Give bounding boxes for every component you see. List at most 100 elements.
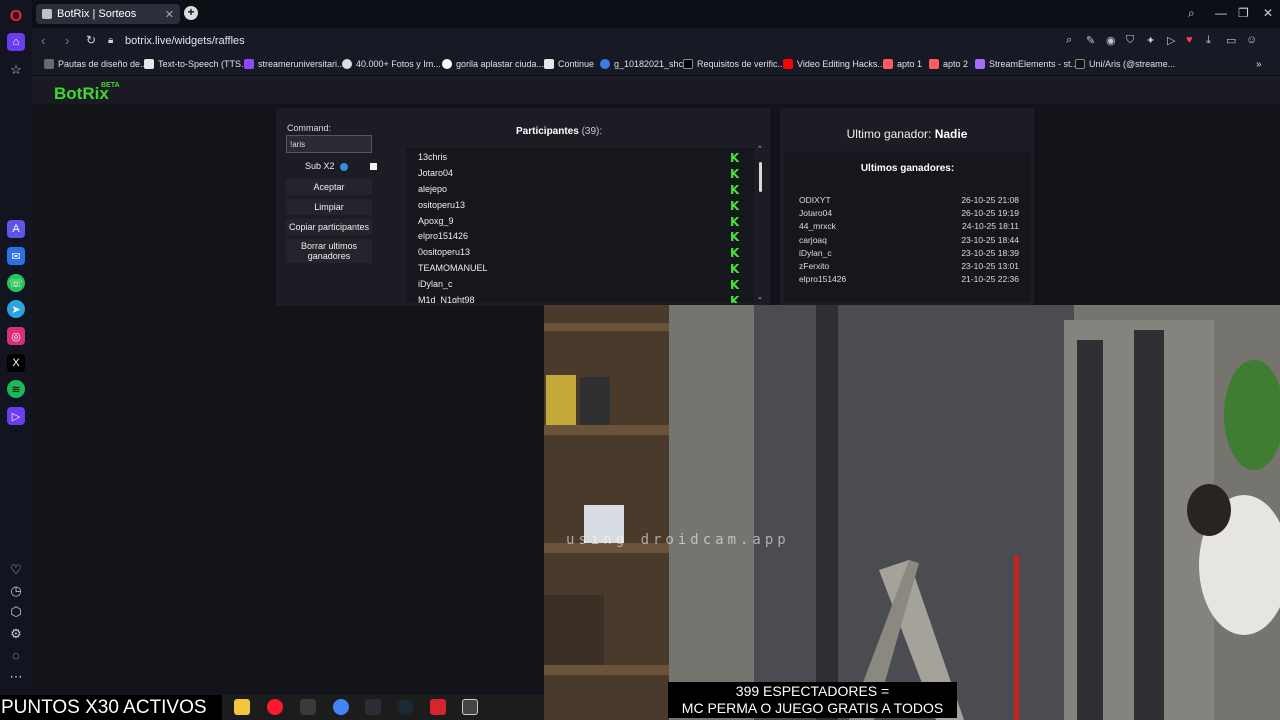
bookmark-item[interactable]: Requisitos de verific... xyxy=(683,59,785,69)
copy-participants-button[interactable]: Copiar participantes xyxy=(286,219,372,235)
participants-title: Participantes (39): xyxy=(516,126,603,137)
box-icon[interactable]: ⬡ xyxy=(7,603,25,621)
winner-row: iDylan_c 23-10-25 18:39 xyxy=(799,248,1019,258)
edit-icon[interactable]: ✎ xyxy=(1086,34,1095,47)
more-bookmarks-icon[interactable]: » xyxy=(1256,59,1262,70)
webcam-scene xyxy=(544,305,1280,720)
participants-list[interactable]: 13chris K Jotaro04 K alejepo K ositoperu13 K… xyxy=(406,148,754,303)
points-banner: PUNTOS X30 ACTIVOS xyxy=(0,695,222,720)
scroll-thumb[interactable] xyxy=(759,162,762,192)
bookmark-item[interactable]: apto 2 xyxy=(929,59,968,69)
kick-icon: K xyxy=(730,262,740,276)
doc-icon xyxy=(544,59,554,69)
spectators-banner: 399 ESPECTADORES = MC PERMA O JUEGO GRAT… xyxy=(668,682,957,718)
bookmarks-bar: Pautas de diseño de... Text-to-Speech (T… xyxy=(32,54,1280,76)
clear-button[interactable]: Limpiar xyxy=(286,199,372,215)
youtube-icon xyxy=(783,59,793,69)
close-window-icon[interactable]: ✕ xyxy=(1263,6,1273,20)
page-icon xyxy=(44,59,54,69)
obs-icon[interactable] xyxy=(462,699,478,715)
whatsapp-icon[interactable]: ☏ xyxy=(7,274,25,292)
bookmark-item[interactable]: Pautas de diseño de... xyxy=(44,59,148,69)
accept-button[interactable]: Aceptar xyxy=(286,179,372,195)
history-icon[interactable]: ◷ xyxy=(7,582,25,600)
instagram-icon[interactable]: ◎ xyxy=(7,327,25,345)
maximize-icon[interactable]: ❐ xyxy=(1238,6,1249,20)
winners-panel: Ultimo ganador: Nadie Ultimos ganadores:… xyxy=(780,108,1034,306)
kick-icon: K xyxy=(730,167,740,181)
scroll-down-icon[interactable]: ⌄ xyxy=(757,293,763,301)
spotify-icon[interactable]: ≋ xyxy=(7,380,25,398)
telegram-icon[interactable]: ➤ xyxy=(7,300,25,318)
raffle-panel: Command: Sub X2 Aceptar Limpiar Copiar p… xyxy=(276,108,770,306)
bookmark-item[interactable]: apto 1 xyxy=(883,59,922,69)
participants-count: (39): xyxy=(581,126,603,137)
tab-botrix[interactable]: BotRix | Sorteos ✕ xyxy=(36,4,180,24)
chrome-icon[interactable] xyxy=(333,699,349,715)
airbnb-icon xyxy=(883,59,893,69)
forward-icon[interactable]: › xyxy=(65,33,69,48)
google-icon xyxy=(442,59,452,69)
wallet-icon[interactable]: ▭ xyxy=(1226,34,1236,47)
x-twitter-icon[interactable]: X xyxy=(7,354,25,372)
more-icon[interactable]: ⋯ xyxy=(7,668,25,686)
search-tabs-icon[interactable]: ⌕ xyxy=(1188,6,1195,21)
minimize-icon[interactable]: — xyxy=(1215,6,1227,20)
search-icon[interactable]: ⌕ xyxy=(1066,34,1072,47)
opera-logo-icon[interactable]: O xyxy=(7,8,25,26)
command-input[interactable] xyxy=(286,135,372,153)
opera-taskbar-icon[interactable] xyxy=(267,699,283,715)
camera-icon[interactable]: ◉ xyxy=(1106,34,1116,47)
player-icon[interactable]: ▷ xyxy=(7,407,25,425)
app-icon[interactable] xyxy=(300,699,316,715)
settings-icon[interactable]: ⚙ xyxy=(7,625,25,643)
info-icon[interactable] xyxy=(340,163,348,171)
url-field[interactable]: botrix.live/widgets/raffles xyxy=(125,35,245,47)
kick-icon: K xyxy=(730,183,740,197)
delete-winners-button[interactable]: Borrar ultimos ganadores xyxy=(286,239,372,263)
bookmark-item[interactable]: Video Editing Hacks... xyxy=(783,59,885,69)
bookmark-item[interactable]: g_10182021_shcc xyxy=(600,59,688,69)
download-icon[interactable]: ⤓ xyxy=(1206,34,1211,47)
participant-row: iDylan_c K xyxy=(418,278,740,292)
star-icon[interactable]: ☆ xyxy=(7,61,25,79)
kick-icon: K xyxy=(730,230,740,244)
bulb-icon[interactable]: ◌ xyxy=(7,646,25,664)
webcam-feed xyxy=(544,305,1280,720)
scroll-up-icon[interactable]: ⌃ xyxy=(757,145,763,153)
bookmark-item[interactable]: streameruniversitari... xyxy=(244,59,345,69)
steam-icon[interactable] xyxy=(397,699,413,715)
reload-icon[interactable]: ↻ xyxy=(86,33,96,47)
kick-icon: K xyxy=(730,151,740,165)
file-explorer-icon[interactable] xyxy=(234,699,250,715)
airbnb-icon xyxy=(929,59,939,69)
pexels-icon xyxy=(342,59,352,69)
tab-close-icon[interactable]: ✕ xyxy=(165,8,174,21)
favorite-icon[interactable]: ♥ xyxy=(1186,34,1193,46)
kick-icon: K xyxy=(730,294,740,303)
game-icon[interactable] xyxy=(365,699,381,715)
bookmark-item[interactable]: Text-to-Speech (TTS... xyxy=(144,59,249,69)
sub-x2-label: Sub X2 xyxy=(305,161,335,171)
participants-scrollbar[interactable]: ⌃ ⌄ xyxy=(757,145,763,303)
profile-icon[interactable]: ☺ xyxy=(1246,34,1257,46)
bookmark-item[interactable]: Continue xyxy=(544,59,594,69)
bookmark-item[interactable]: Uni/Aris (@streame... xyxy=(1075,59,1175,69)
messenger-icon[interactable]: ✉ xyxy=(7,247,25,265)
bookmark-item[interactable]: 40.000+ Fotos y Im... xyxy=(342,59,441,69)
tts-icon xyxy=(144,59,154,69)
aria-icon[interactable]: A xyxy=(7,220,25,238)
heart-icon[interactable]: ♡ xyxy=(7,561,25,579)
play-icon[interactable]: ▷ xyxy=(1167,34,1175,47)
home-icon[interactable]: ⌂ xyxy=(7,33,25,51)
shield-icon[interactable]: ⛉ xyxy=(1126,34,1134,47)
participant-row: Apoxg_9 K xyxy=(418,215,740,229)
sub-x2-checkbox[interactable] xyxy=(370,163,377,170)
bookmark-item[interactable]: StreamElements - st... xyxy=(975,59,1078,69)
botrix-header: BotRix BETA xyxy=(32,76,1280,104)
app-red-icon[interactable] xyxy=(430,699,446,715)
extensions-icon[interactable]: ✦ xyxy=(1146,34,1155,47)
back-icon[interactable]: ‹ xyxy=(41,33,45,48)
bookmark-item[interactable]: gorila aplastar ciuda... xyxy=(442,59,544,69)
new-tab-button[interactable]: + xyxy=(184,6,198,20)
